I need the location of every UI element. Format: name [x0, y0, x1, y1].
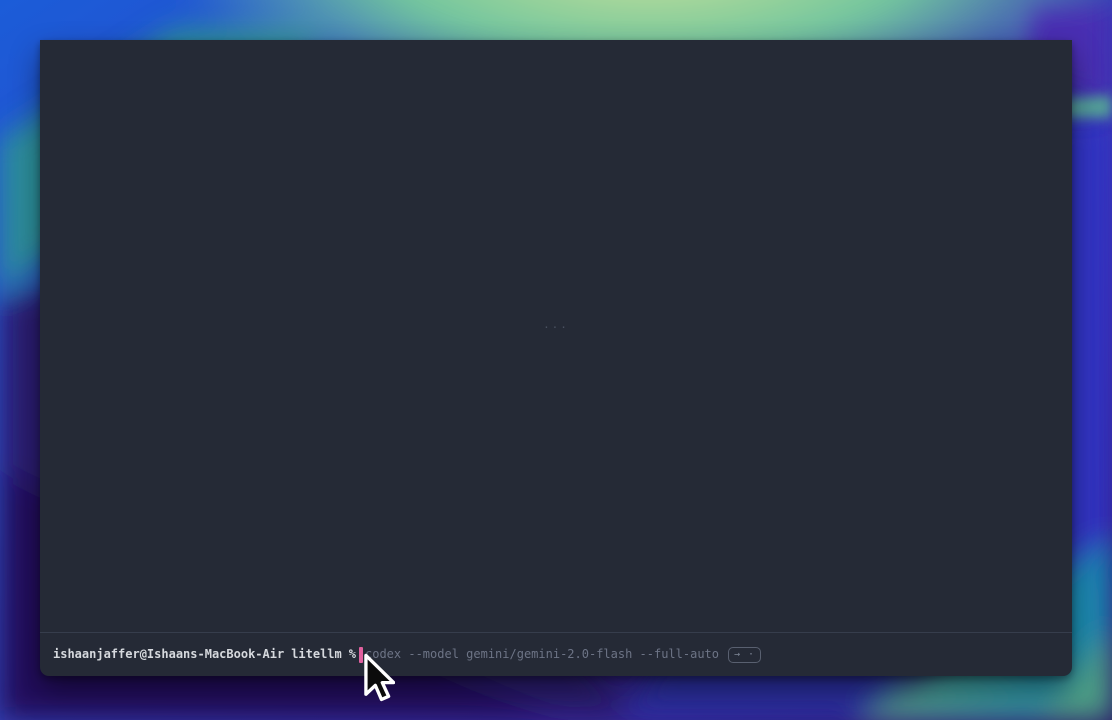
command-suggestion-text: codex --model gemini/gemini-2.0-flash --… — [365, 646, 719, 663]
loading-ellipsis: ... — [40, 318, 1072, 331]
terminal-window[interactable]: ... ishaanjaffer@Ishaans-MacBook-Air lit… — [40, 40, 1072, 676]
text-caret — [359, 647, 363, 663]
prompt-user-host: ishaanjaffer@Ishaans-MacBook-Air — [53, 646, 284, 663]
key-hint-badge: → · — [728, 647, 761, 663]
shell-prompt-line[interactable]: ishaanjaffer@Ishaans-MacBook-Air litellm… — [53, 646, 761, 663]
prompt-symbol: % — [349, 646, 356, 663]
prompt-directory: litellm — [291, 646, 342, 663]
prompt-divider — [40, 632, 1072, 633]
terminal-output-area[interactable]: ... — [40, 40, 1072, 632]
